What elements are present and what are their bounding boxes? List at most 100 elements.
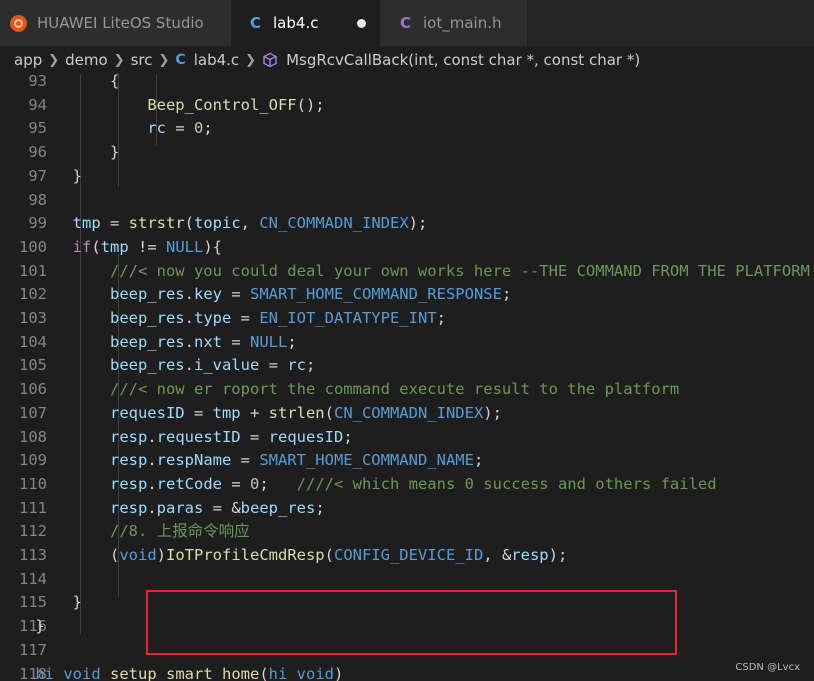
code-token: tmp <box>100 237 129 256</box>
code-token: ; <box>287 332 297 351</box>
code-token: = <box>231 309 260 327</box>
code-token: strstr <box>128 214 185 233</box>
breadcrumb-item-demo[interactable]: demo <box>65 51 108 69</box>
line-number: 98 <box>28 190 47 209</box>
code-text: beep_res.type = EN_IOT_DATATYPE_INT; <box>0 307 446 331</box>
code-token: NULL <box>166 237 204 256</box>
code-token: resp <box>109 451 148 470</box>
code-line[interactable]: 112 //8. 上报命令响应 <box>0 520 814 544</box>
breadcrumb-item-src[interactable]: src <box>131 51 153 69</box>
code-token: beep_res <box>109 285 185 304</box>
code-token: beep_res <box>109 332 185 351</box>
code-token: ( <box>0 546 120 564</box>
code-token: ///< now er roport the command execute r… <box>109 380 680 399</box>
code-text: tmp = strstr(topic, CN_COMMADN_INDEX); <box>0 212 428 236</box>
code-token: tmp <box>212 403 241 422</box>
code-token: } <box>0 166 82 185</box>
code-token: ( <box>259 664 269 681</box>
code-text: rc = 0; <box>0 117 213 141</box>
code-token: + <box>240 403 269 422</box>
code-line[interactable]: 106 ///< now er roport the command execu… <box>0 378 814 402</box>
code-token: ; <box>501 285 512 304</box>
code-text: (void)IoTProfileCmdResp(CONFIG_DEVICE_ID… <box>0 544 567 568</box>
code-line[interactable]: 118 hi_void setup_smart_home(hi_void) <box>0 663 814 681</box>
code-token: (); <box>296 95 325 114</box>
code-line[interactable]: 102 beep_res.key = SMART_HOME_COMMAND_RE… <box>0 283 814 307</box>
code-text: } <box>0 615 44 639</box>
code-line[interactable]: 105 beep_res.i_value = rc; <box>0 354 814 378</box>
code-token: rc <box>147 119 166 138</box>
code-text: resp.retCode = 0; ////< which means 0 su… <box>0 473 717 497</box>
code-token: . <box>147 451 157 470</box>
code-line[interactable]: 96 } <box>0 141 814 165</box>
code-line[interactable]: 108 resp.requestID = requesID; <box>0 426 814 450</box>
code-text: if(tmp != NULL){ <box>0 236 222 260</box>
code-token: ) <box>156 546 166 564</box>
code-token: ; <box>305 356 316 375</box>
code-line[interactable]: 95 rc = 0; <box>0 117 814 141</box>
code-line[interactable]: 113 (void)IoTProfileCmdResp(CONFIG_DEVIC… <box>0 544 814 568</box>
code-token: . <box>147 474 157 493</box>
code-editor[interactable]: 93 {94 Beep_Control_OFF(); 95 rc = 0; 96 }… <box>0 74 814 681</box>
code-token: if <box>72 237 92 256</box>
code-token: . <box>184 356 194 375</box>
code-line[interactable]: 111 resp.paras = &beep_res; <box>0 497 814 521</box>
code-token: resp <box>109 474 148 493</box>
code-token: = <box>240 427 269 446</box>
code-token: = <box>231 451 260 470</box>
tab-iot-main-h[interactable]: C iot_main.h <box>380 0 528 46</box>
line-number: 117 <box>19 640 47 659</box>
code-token: requesID <box>109 403 185 422</box>
code-text: hi_void setup_smart_home(hi_void) <box>0 663 343 681</box>
code-token: ; <box>259 474 297 493</box>
code-token: CONFIG_DEVICE_ID <box>333 546 484 564</box>
code-token: = <box>221 285 250 304</box>
code-line[interactable]: 109 resp.respName = SMART_HOME_COMMAND_N… <box>0 449 814 473</box>
line-number: 114 <box>19 569 47 588</box>
code-line[interactable]: 101 ///< now you could deal your own wor… <box>0 260 814 284</box>
tab-huawei-liteos-studio[interactable]: HUAWEI LiteOS Studio <box>0 0 232 46</box>
code-token: beep_res <box>240 498 316 517</box>
code-line[interactable]: 110 resp.retCode = 0; ////< which means … <box>0 473 814 497</box>
code-token: . <box>147 498 157 517</box>
code-token: respName <box>156 451 232 470</box>
code-token: SMART_HOME_COMMAND_NAME <box>259 451 474 470</box>
code-line[interactable]: 100 if(tmp != NULL){ <box>0 236 814 260</box>
code-token: . <box>184 285 194 304</box>
code-text: beep_res.nxt = NULL; <box>0 331 297 355</box>
code-line[interactable]: 93 { <box>0 74 814 94</box>
code-line[interactable]: 98 <box>0 189 814 213</box>
code-token: , <box>240 214 260 233</box>
code-line[interactable]: 107 requesID = tmp + strlen(CN_COMMADN_I… <box>0 402 814 426</box>
tab-label: iot_main.h <box>423 14 502 32</box>
code-line[interactable]: 97 } <box>0 165 814 189</box>
breadcrumb-item-function[interactable]: MsgRcvCallBack(int, const char *, const … <box>286 51 640 69</box>
breadcrumb-item-app[interactable]: app <box>14 51 42 69</box>
tab-lab4-c[interactable]: C lab4.c <box>232 0 380 46</box>
code-line[interactable]: 104 beep_res.nxt = NULL; <box>0 331 814 355</box>
code-token: ; <box>203 119 213 138</box>
code-line[interactable]: 103 beep_res.type = EN_IOT_DATATYPE_INT; <box>0 307 814 331</box>
code-line[interactable]: 114 <box>0 568 814 592</box>
code-text: resp.requestID = requesID; <box>0 426 353 450</box>
unsaved-dot-icon[interactable] <box>357 18 367 28</box>
breadcrumb-item-file[interactable]: lab4.c <box>194 51 239 69</box>
code-token: NULL <box>249 332 288 351</box>
c-header-file-icon: C <box>400 14 412 32</box>
code-token: CN_COMMADN_INDEX <box>259 214 409 233</box>
code-token: resp <box>109 427 148 446</box>
code-token: = <box>221 332 250 351</box>
code-line[interactable]: 94 Beep_Control_OFF(); <box>0 94 814 118</box>
code-token: } <box>0 593 82 612</box>
chevron-right-icon: ❯ <box>158 52 170 68</box>
code-token: strlen <box>268 403 325 422</box>
code-line[interactable]: 99 tmp = strstr(topic, CN_COMMADN_INDEX)… <box>0 212 814 236</box>
code-token: ; <box>343 427 353 446</box>
